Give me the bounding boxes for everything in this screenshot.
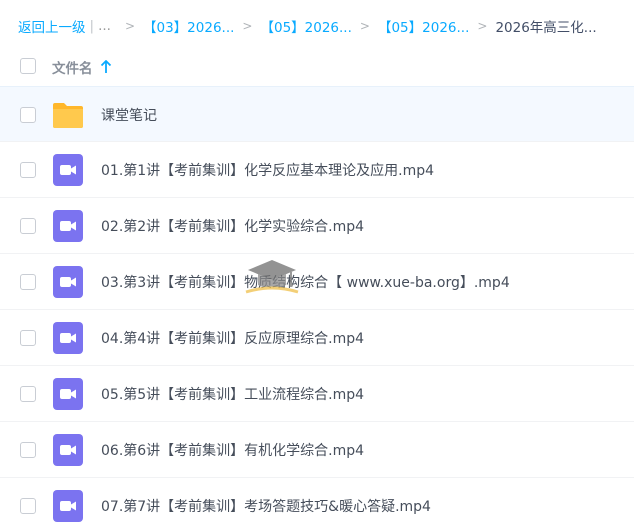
breadcrumb-item-2[interactable]: 【05】2026... xyxy=(260,16,351,36)
video-icon xyxy=(52,434,84,466)
list-item[interactable]: 07.第7讲【考前集训】考场答题技巧&暖心答疑.mp4 xyxy=(0,478,634,531)
breadcrumb-item-3[interactable]: 【05】2026... xyxy=(378,16,469,36)
name-column-label: 文件名 xyxy=(52,61,93,77)
list-item[interactable]: 课堂笔记 xyxy=(0,86,634,142)
video-icon xyxy=(52,378,84,410)
chevron-right-icon: > xyxy=(477,19,488,33)
breadcrumb-item-1[interactable]: 【03】2026... xyxy=(143,16,234,36)
file-name[interactable]: 04.第4讲【考前集训】反应原理综合.mp4 xyxy=(101,328,364,348)
breadcrumb: 返回上一级 | ... > 【03】2026... > 【05】2026... … xyxy=(18,14,634,38)
folder-icon xyxy=(52,99,84,131)
file-name[interactable]: 02.第2讲【考前集训】化学实验综合.mp4 xyxy=(101,216,364,236)
sort-ascending-icon[interactable] xyxy=(100,60,112,74)
row-checkbox[interactable] xyxy=(20,274,36,290)
breadcrumb-ellipsis[interactable]: ... xyxy=(98,18,111,34)
video-icon xyxy=(52,154,84,186)
chevron-right-icon: > xyxy=(124,19,135,33)
row-checkbox[interactable] xyxy=(20,442,36,458)
list-item[interactable]: 04.第4讲【考前集训】反应原理综合.mp4 xyxy=(0,310,634,366)
name-column-header[interactable]: 文件名 xyxy=(52,57,112,77)
list-item[interactable]: 06.第6讲【考前集训】有机化学综合.mp4 xyxy=(0,422,634,478)
breadcrumb-current: 2026年高三化... xyxy=(495,20,597,36)
video-icon xyxy=(52,490,84,522)
row-checkbox[interactable] xyxy=(20,107,36,123)
list-item[interactable]: 01.第1讲【考前集训】化学反应基本理论及应用.mp4 xyxy=(0,142,634,198)
file-name[interactable]: 01.第1讲【考前集训】化学反应基本理论及应用.mp4 xyxy=(101,160,434,180)
row-checkbox[interactable] xyxy=(20,330,36,346)
file-name[interactable]: 课堂笔记 xyxy=(101,105,157,125)
list-item[interactable]: 02.第2讲【考前集训】化学实验综合.mp4 xyxy=(0,198,634,254)
video-icon xyxy=(52,210,84,242)
video-icon xyxy=(52,266,84,298)
file-name[interactable]: 05.第5讲【考前集训】工业流程综合.mp4 xyxy=(101,384,364,404)
file-list-header: 文件名 xyxy=(0,48,634,86)
list-item[interactable]: 05.第5讲【考前集训】工业流程综合.mp4 xyxy=(0,366,634,422)
breadcrumb-divider: | xyxy=(89,18,95,34)
list-item[interactable]: 03.第3讲【考前集训】物质结构综合【 www.xue-ba.org】.mp4 xyxy=(0,254,634,310)
chevron-right-icon: > xyxy=(359,19,370,33)
back-link[interactable]: 返回上一级 xyxy=(18,16,86,36)
video-icon xyxy=(52,322,84,354)
file-name[interactable]: 03.第3讲【考前集训】物质结构综合【 www.xue-ba.org】.mp4 xyxy=(101,272,510,292)
file-name[interactable]: 06.第6讲【考前集训】有机化学综合.mp4 xyxy=(101,440,364,460)
file-list: 课堂笔记 01.第1讲【考前集训】化学反应基本理论及应用.mp4 02.第2讲【… xyxy=(0,86,634,531)
row-checkbox[interactable] xyxy=(20,218,36,234)
row-checkbox[interactable] xyxy=(20,498,36,514)
row-checkbox[interactable] xyxy=(20,386,36,402)
file-name[interactable]: 07.第7讲【考前集训】考场答题技巧&暖心答疑.mp4 xyxy=(101,496,431,516)
select-all-checkbox[interactable] xyxy=(20,58,36,74)
graduation-cap-watermark-icon xyxy=(244,254,300,300)
row-checkbox[interactable] xyxy=(20,162,36,178)
chevron-right-icon: > xyxy=(242,19,253,33)
